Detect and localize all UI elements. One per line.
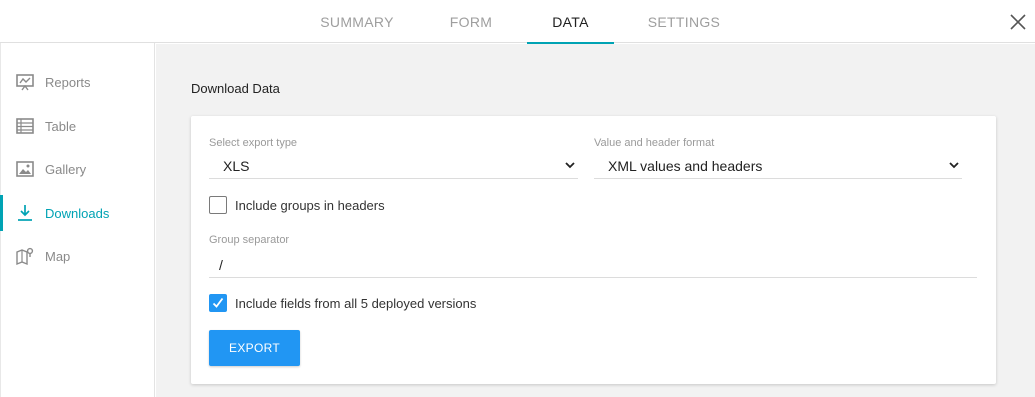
sidebar-item-label: Table xyxy=(45,118,77,134)
format-label: Value and header format xyxy=(594,137,715,149)
sidebar-item-label: Downloads xyxy=(45,205,110,221)
sidebar-item-label: Gallery xyxy=(45,161,87,177)
chevron-down-icon xyxy=(565,162,575,169)
close-icon xyxy=(1010,14,1026,30)
export-type-label: Select export type xyxy=(209,137,298,149)
sidebar-item-table[interactable]: Table xyxy=(1,106,155,146)
image-gallery-icon xyxy=(16,161,34,177)
export-type-select[interactable]: XLS xyxy=(209,151,578,179)
tab-summary[interactable]: SUMMARY xyxy=(305,0,409,43)
export-type-value: XLS xyxy=(223,158,250,174)
checkmark-icon xyxy=(212,297,224,308)
tab-data[interactable]: DATA xyxy=(527,0,614,44)
top-tab-bar: SUMMARY FORM DATA SETTINGS xyxy=(0,0,1035,44)
format-value: XML values and headers xyxy=(608,158,763,174)
include-fields-checkbox-row[interactable]: Include fields from all 5 deployed versi… xyxy=(209,293,476,313)
map-pin-icon xyxy=(16,247,34,266)
group-separator-label: Group separator xyxy=(209,234,290,246)
include-fields-checkbox[interactable] xyxy=(209,294,227,312)
tab-settings[interactable]: SETTINGS xyxy=(628,0,740,43)
sidebar-item-downloads[interactable]: Downloads xyxy=(0,193,155,233)
include-fields-label: Include fields from all 5 deployed versi… xyxy=(235,295,477,311)
sidebar-item-label: Reports xyxy=(45,74,91,90)
sidebar-item-reports[interactable]: Reports xyxy=(1,62,155,102)
export-button[interactable]: EXPORT xyxy=(209,330,300,366)
tab-form[interactable]: FORM xyxy=(428,0,514,43)
table-icon xyxy=(16,118,34,134)
main-content: Download Data Select export type XLS Val… xyxy=(156,44,1035,397)
group-separator-value: / xyxy=(219,257,223,273)
format-select[interactable]: XML values and headers xyxy=(594,151,962,179)
group-separator-input[interactable]: / xyxy=(209,250,977,278)
download-card: Select export type XLS Value and header … xyxy=(191,116,996,384)
download-icon xyxy=(18,205,32,221)
sidebar-item-label: Map xyxy=(45,248,71,264)
include-groups-checkbox[interactable] xyxy=(209,196,227,214)
sidebar: Reports Table Gallery Downloads Map xyxy=(0,43,155,397)
section-title: Download Data xyxy=(191,81,280,96)
close-button[interactable] xyxy=(1005,9,1031,35)
sidebar-item-map[interactable]: Map xyxy=(1,236,155,276)
include-groups-label: Include groups in headers xyxy=(235,197,385,213)
presentation-chart-icon xyxy=(16,74,34,91)
chevron-down-icon xyxy=(949,162,959,169)
include-groups-checkbox-row[interactable]: Include groups in headers xyxy=(209,195,385,215)
sidebar-item-gallery[interactable]: Gallery xyxy=(1,149,155,189)
